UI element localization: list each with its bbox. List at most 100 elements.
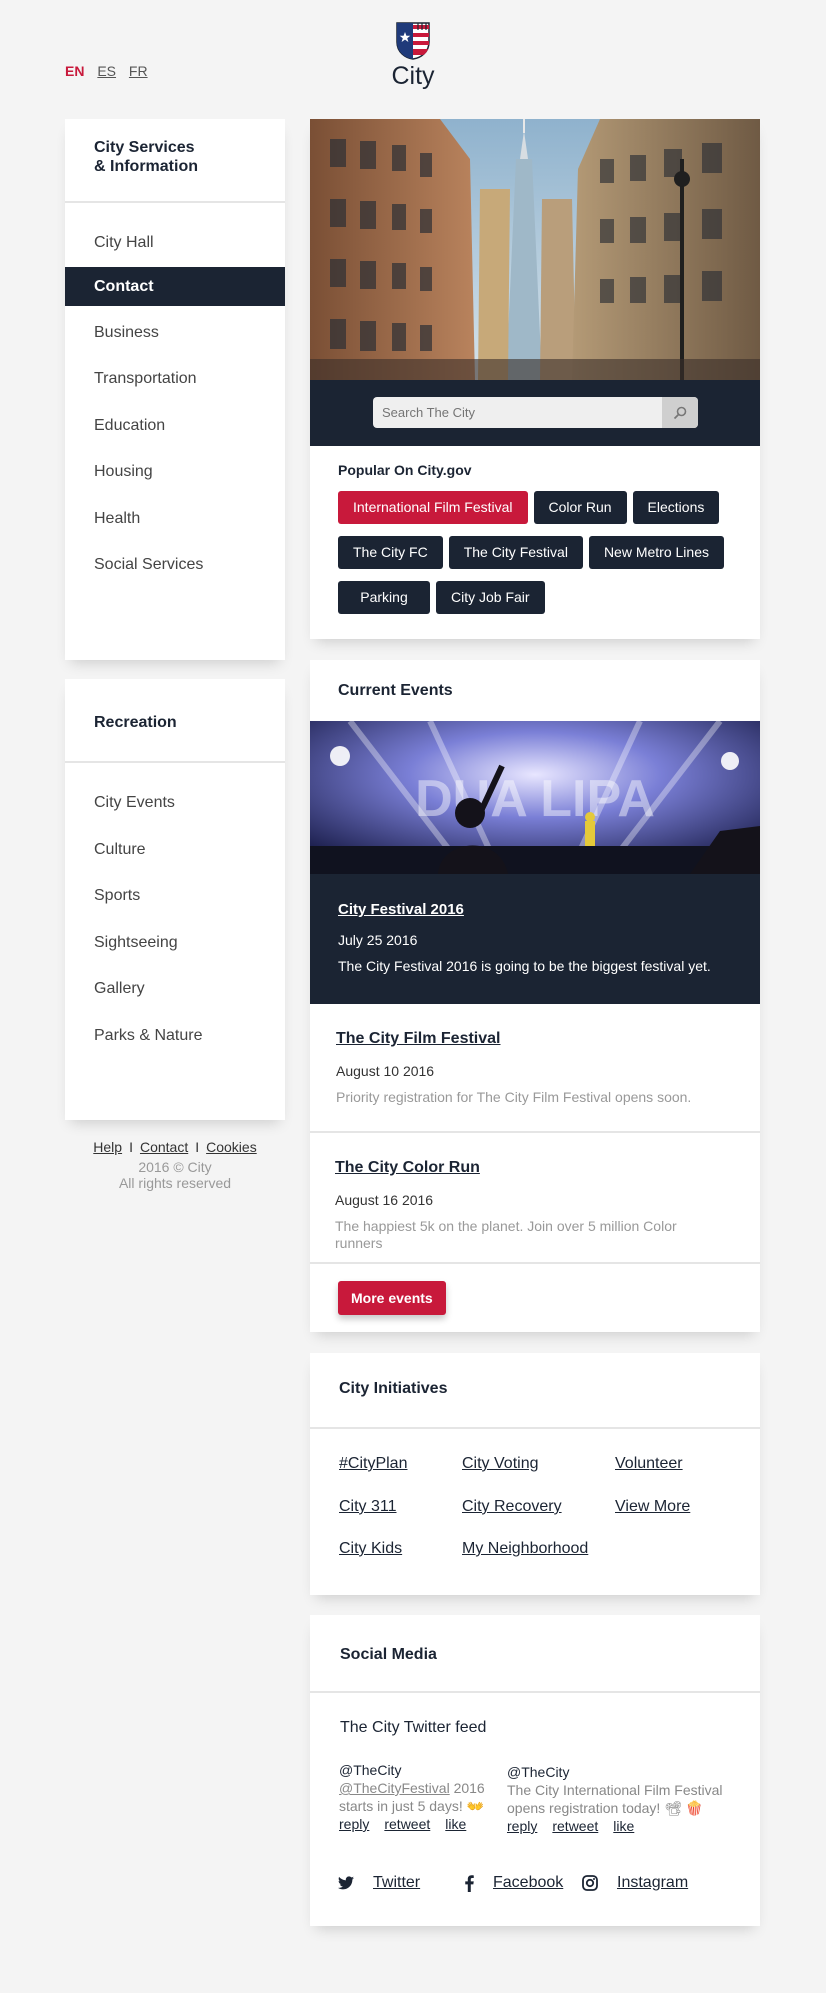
featured-event-desc: The City Festival 2016 is going to be th… [338,958,711,974]
tweet: @TheCity The City International Film Fes… [507,1763,742,1835]
city-logo[interactable]: City [363,22,463,91]
brand-name: City [391,62,435,90]
tag-the-city-festival[interactable]: The City Festival [448,536,583,569]
city-initiatives-card: City Initiatives #CityPlan City Voting V… [310,1353,760,1595]
search-icon [673,406,687,419]
search-button[interactable] [662,397,698,428]
tag-city-job-fair[interactable]: City Job Fair [436,581,545,614]
tag-elections[interactable]: Elections [632,491,720,524]
concert-image: DUA LIPA [310,721,760,874]
tweet-retweet-link[interactable]: retweet [552,1818,598,1834]
sidebar-item-health[interactable]: Health [65,499,285,546]
social-link-facebook[interactable]: Facebook [465,1874,563,1892]
event-item: The City Color Run August 16 2016 The ha… [310,1133,760,1264]
sidebar-item-contact[interactable]: Contact [65,266,285,306]
initiative-link-view-more[interactable]: View More [615,1498,690,1516]
rights: All rights reserved [118,1175,232,1191]
lang-en[interactable]: EN [65,63,84,79]
initiative-link-city-kids[interactable]: City Kids [339,1540,402,1558]
event-date: August 16 2016 [335,1192,434,1208]
lang-fr[interactable]: FR [129,63,148,79]
facebook-link-label[interactable]: Facebook [493,1874,563,1892]
initiative-link-volunteer[interactable]: Volunteer [615,1455,683,1473]
instagram-icon [582,1875,598,1891]
tweet-user[interactable]: @TheCity [339,1761,489,1779]
sidebar-item-housing[interactable]: Housing [65,452,285,499]
featured-event: City Festival 2016 July 25 2016 The City… [310,874,760,1004]
hero-city-image [310,119,760,380]
services-nav: City Hall Contact Business Transportatio… [65,203,285,592]
tag-new-metro-lines[interactable]: New Metro Lines [588,536,724,569]
services-title: City Services & Information [65,119,285,203]
tag-the-city-fc[interactable]: The City FC [338,536,443,569]
sidebar-item-parks-nature[interactable]: Parks & Nature [65,1016,285,1063]
initiative-link-city-recovery[interactable]: City Recovery [462,1498,562,1516]
social-link-instagram[interactable]: Instagram [582,1874,688,1892]
social-media-card: Social Media The City Twitter feed @TheC… [310,1615,760,1926]
events-actions: More events [310,1264,760,1332]
event-title[interactable]: The City Film Festival [336,1030,734,1048]
services-title-line2: & Information [94,158,198,175]
featured-event-title[interactable]: City Festival 2016 [338,901,732,918]
recreation-title: Recreation [65,679,285,763]
initiative-link-cityplan[interactable]: #CityPlan [339,1455,407,1473]
initiative-link-my-neighborhood[interactable]: My Neighborhood [462,1540,588,1558]
twitter-feed-title: The City Twitter feed [340,1719,487,1736]
current-events-card: Current Events DUA LIPA City Festival 20… [310,660,760,1332]
instagram-link-label[interactable]: Instagram [617,1874,688,1892]
footer-link-contact[interactable]: Contact [140,1139,188,1155]
sidebar-item-business[interactable]: Business [65,313,285,360]
more-events-button[interactable]: More events [338,1281,446,1315]
popular-tags: International Film Festival Color Run El… [338,491,732,614]
sidebar-item-social-services[interactable]: Social Services [65,545,285,592]
social-title: Social Media [310,1615,760,1693]
tweet-text: @TheCityFestival 2016 starts in just 5 d… [339,1779,489,1815]
event-item: The City Film Festival August 10 2016 Pr… [310,1004,760,1133]
tag-international-film-festival[interactable]: International Film Festival [338,491,528,524]
tweet-user[interactable]: @TheCity [507,1763,742,1781]
sidebar-item-gallery[interactable]: Gallery [65,969,285,1016]
sidebar-item-education[interactable]: Education [65,406,285,453]
event-title[interactable]: The City Color Run [335,1159,685,1177]
recreation-nav: City Events Culture Sports Sightseeing G… [65,763,285,1062]
sidebar-item-transportation[interactable]: Transportation [65,359,285,406]
tweet-retweet-link[interactable]: retweet [384,1816,430,1832]
footer-separator: I [195,1139,200,1155]
footer-link-help[interactable]: Help [93,1139,122,1155]
hero-card: Popular On City.gov International Film F… [310,119,760,639]
sidebar-item-sports[interactable]: Sports [65,876,285,923]
shield-flag-icon [396,22,430,60]
event-desc: Priority registration for The City Film … [336,1089,692,1105]
social-link-twitter[interactable]: Twitter [338,1874,420,1892]
services-sidebar: City Services & Information City Hall Co… [65,119,285,660]
sidebar-footer: Help I Contact I Cookies 2016 © City All rig… [65,1139,285,1191]
facebook-icon [465,1874,474,1892]
twitter-link-label[interactable]: Twitter [373,1874,420,1892]
sidebar-item-culture[interactable]: Culture [65,830,285,877]
sidebar-item-city-events[interactable]: City Events [65,783,285,830]
featured-event-date: July 25 2016 [338,932,418,948]
tag-color-run[interactable]: Color Run [533,491,627,524]
tweet-reply-link[interactable]: reply [339,1816,369,1832]
footer-link-cookies[interactable]: Cookies [206,1139,257,1155]
search-input[interactable] [373,397,663,428]
footer-separator: I [129,1139,133,1155]
tweet-reply-link[interactable]: reply [507,1818,537,1834]
sidebar-item-sightseeing[interactable]: Sightseeing [65,923,285,970]
lang-es[interactable]: ES [97,63,116,79]
search-box [373,397,698,428]
initiative-link-city-voting[interactable]: City Voting [462,1455,538,1473]
tweet-mention[interactable]: @TheCityFestival [339,1780,450,1796]
tag-parking[interactable]: Parking [338,581,430,614]
tweet: @TheCity @TheCityFestival 2016 starts in… [339,1761,489,1833]
initiative-link-city-311[interactable]: City 311 [339,1498,397,1516]
sidebar-item-city-hall[interactable]: City Hall [65,223,285,270]
tweet-like-link[interactable]: like [445,1816,466,1832]
copyright: 2016 © City [138,1159,212,1175]
twitter-icon [338,1876,354,1890]
tweet-like-link[interactable]: like [613,1818,634,1834]
event-date: August 10 2016 [336,1063,435,1079]
recreation-sidebar: Recreation City Events Culture Sports Si… [65,679,285,1120]
tweet-body: The City International Film Festival ope… [507,1782,723,1816]
svg-text:DUA LIPA: DUA LIPA [415,770,655,828]
